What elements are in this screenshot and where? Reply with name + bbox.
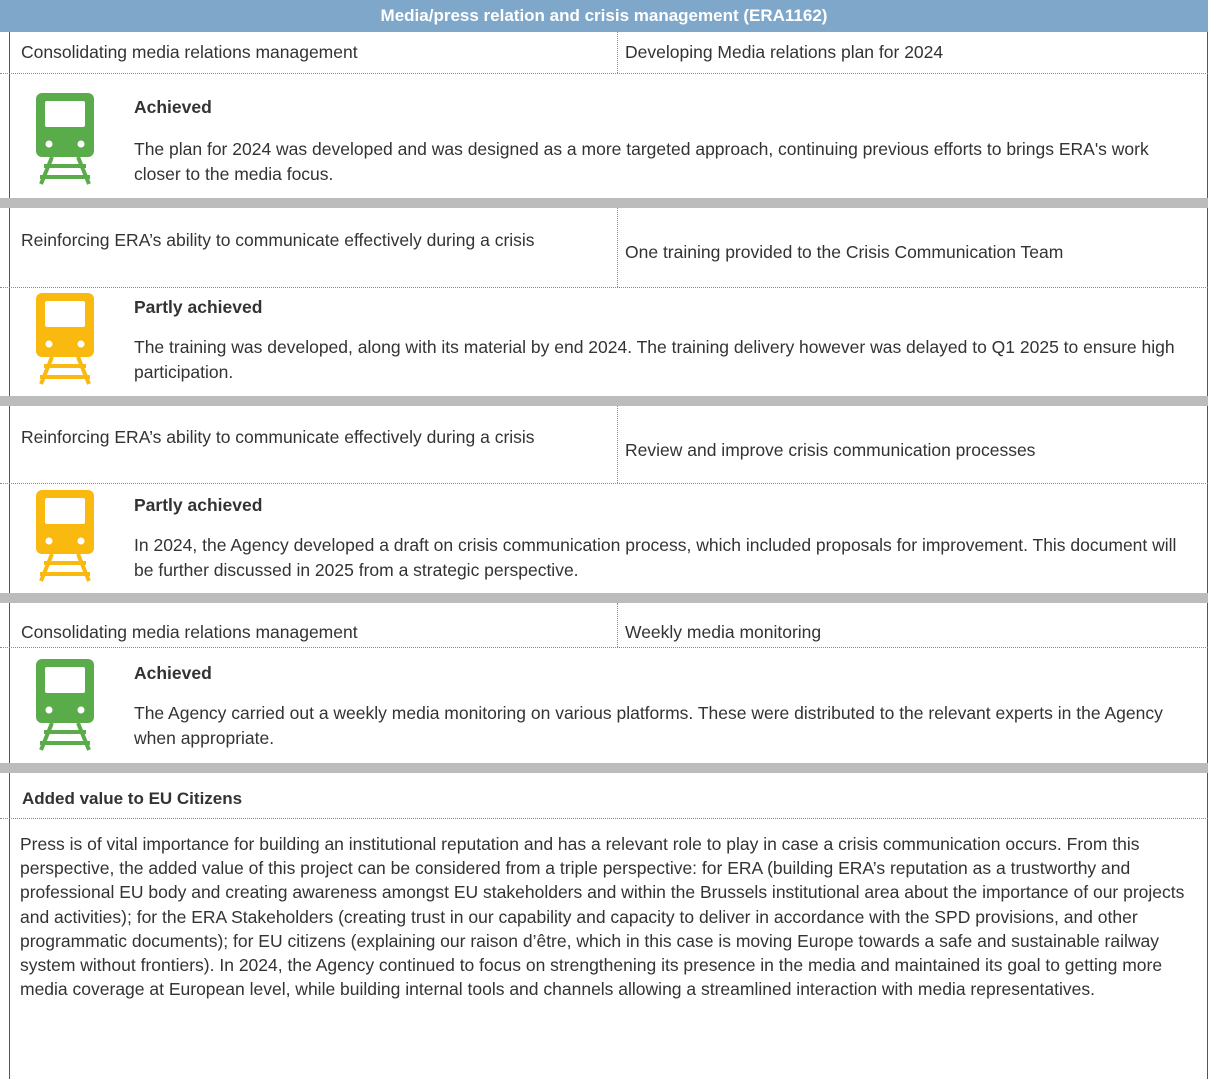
objective-cell: Consolidating media relations management (21, 622, 358, 642)
objective-cell: Reinforcing ERA’s ability to communicate… (21, 427, 535, 447)
section-separator (0, 763, 1208, 773)
added-value-text: Press is of vital importance for buildin… (20, 834, 1185, 1000)
page: Media/press relation and crisis manageme… (0, 0, 1208, 1079)
objective-cell: Consolidating media relations management (21, 42, 358, 62)
objective-cell: Reinforcing ERA’s ability to communicate… (21, 230, 535, 250)
status-label: Partly achieved (134, 495, 263, 515)
left-border (9, 32, 10, 1079)
output-cell: Weekly media monitoring (625, 622, 822, 642)
status-label: Achieved (134, 97, 212, 117)
status-description: The training was developed, along with i… (134, 337, 1175, 382)
row-divider (0, 647, 1208, 648)
table-title-text: Media/press relation and crisis manageme… (380, 6, 828, 25)
output-cell: One training provided to the Crisis Comm… (625, 242, 1064, 262)
table-title: Media/press relation and crisis manageme… (0, 0, 1208, 32)
status-description: In 2024, the Agency developed a draft on… (134, 535, 1177, 580)
status-label: Partly achieved (134, 297, 263, 317)
column-divider (617, 406, 618, 483)
output-cell: Developing Media relations plan for 2024 (625, 42, 944, 62)
train-icon (36, 490, 94, 582)
column-divider (617, 208, 618, 287)
section-separator (0, 198, 1208, 208)
row-divider (0, 818, 1208, 819)
train-icon (36, 93, 94, 185)
output-cell: Review and improve crisis communication … (625, 440, 1036, 460)
row-divider (0, 287, 1208, 288)
section-separator (0, 396, 1208, 406)
status-label: Achieved (134, 663, 212, 683)
row-divider (0, 73, 1208, 74)
added-value-title: Added value to EU Citizens (22, 789, 243, 808)
section-separator (0, 593, 1208, 603)
column-divider (617, 32, 618, 73)
status-description: The plan for 2024 was developed and was … (134, 139, 1149, 184)
column-divider (617, 603, 618, 647)
status-description: The Agency carried out a weekly media mo… (134, 703, 1163, 748)
train-icon (36, 293, 94, 385)
train-icon (36, 659, 94, 751)
row-divider (0, 483, 1208, 484)
